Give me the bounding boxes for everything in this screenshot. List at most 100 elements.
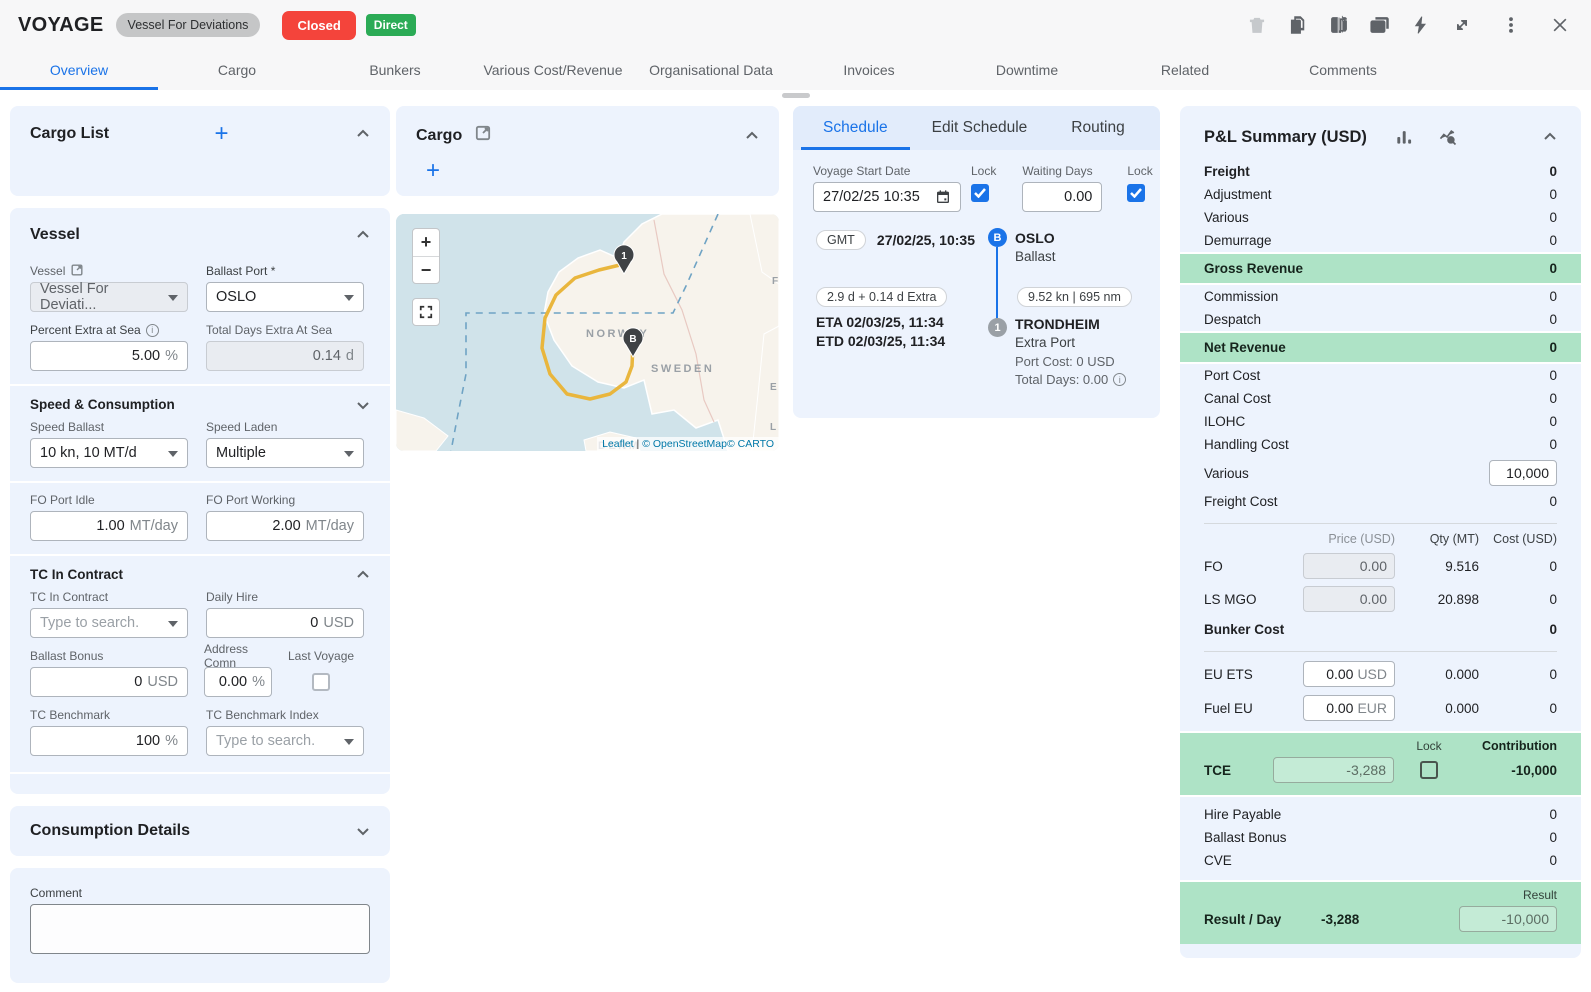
- eu-ets-price-input[interactable]: 0.00USD: [1303, 661, 1395, 687]
- fo-port-idle-input[interactable]: 1.00MT/day: [30, 511, 188, 541]
- calendar-icon[interactable]: [935, 189, 951, 205]
- vessel-collapse-icon[interactable]: [356, 228, 370, 242]
- chevron-down-icon: [344, 289, 354, 305]
- cargo-list-title: Cargo List: [30, 125, 109, 143]
- map-label-estonia: ES: [770, 382, 779, 393]
- fuel-row-label: FO: [1204, 559, 1303, 574]
- tc-in-contract-select[interactable]: Type to search.: [30, 608, 188, 638]
- total-days-extra-input: 0.14d: [206, 341, 364, 371]
- fuel-eu-price-input[interactable]: 0.00EUR: [1303, 695, 1395, 721]
- speed-consumption-collapse-icon[interactable]: [356, 398, 370, 412]
- fuel-eu-cost: 0: [1479, 701, 1557, 716]
- external-link-icon[interactable]: [70, 263, 84, 280]
- osm-link[interactable]: © OpenStreetMap: [642, 438, 727, 450]
- tab-downtime[interactable]: Downtime: [948, 50, 1106, 90]
- fuel-header-cost: Cost (USD): [1479, 532, 1557, 546]
- waiting-days-lock-checkbox[interactable]: [1127, 184, 1145, 202]
- expand-icon[interactable]: [1449, 12, 1475, 38]
- window-header: VOYAGE Vessel For Deviations Closed Dire…: [0, 0, 1591, 90]
- various-cost-input[interactable]: 10,000: [1489, 460, 1557, 486]
- fuel-row-label: LS MGO: [1204, 592, 1303, 607]
- pl-row-value: 0: [1549, 187, 1557, 202]
- address-comn-input[interactable]: 0.00%: [204, 667, 272, 697]
- voyage-start-lock-checkbox[interactable]: [971, 184, 989, 202]
- pdf-export-icon[interactable]: PDF: [1367, 12, 1393, 38]
- tab-related[interactable]: Related: [1106, 50, 1264, 90]
- close-icon[interactable]: [1547, 12, 1573, 38]
- type-badge: Direct: [366, 14, 416, 36]
- more-menu-icon[interactable]: [1498, 12, 1524, 38]
- map-zoom-control: + −: [412, 228, 440, 284]
- tab-organisational-data[interactable]: Organisational Data: [632, 50, 790, 90]
- fo-port-working-input[interactable]: 2.00MT/day: [206, 511, 364, 541]
- copy-icon[interactable]: [1285, 12, 1311, 38]
- add-cargo-list-button[interactable]: +: [215, 124, 229, 144]
- add-cargo-button[interactable]: +: [426, 157, 440, 184]
- topbar: VOYAGE Vessel For Deviations Closed Dire…: [0, 0, 1591, 50]
- cargo-collapse-icon[interactable]: [745, 129, 759, 143]
- tce-lock-checkbox[interactable]: [1420, 761, 1438, 779]
- result-per-day-value: -3,288: [1321, 912, 1359, 927]
- tab-various-cost-revenue[interactable]: Various Cost/Revenue: [474, 50, 632, 90]
- bolt-icon[interactable]: [1408, 12, 1434, 38]
- tc-in-contract-label: TC In Contract: [30, 590, 188, 604]
- daily-hire-input[interactable]: 0USD: [206, 608, 364, 638]
- pl-title: P&L Summary (USD): [1204, 128, 1367, 147]
- tc-in-contract-collapse-icon[interactable]: [356, 568, 370, 582]
- ballast-bonus-input[interactable]: 0USD: [30, 667, 188, 697]
- tab-cargo[interactable]: Cargo: [158, 50, 316, 90]
- pl-row-label: Various: [1204, 210, 1249, 225]
- fullscreen-button[interactable]: [412, 298, 440, 326]
- consumption-details-title: Consumption Details: [30, 822, 190, 840]
- zoom-in-button[interactable]: +: [413, 229, 439, 256]
- pl-collapse-icon[interactable]: [1543, 130, 1557, 144]
- tab-comments[interactable]: Comments: [1264, 50, 1422, 90]
- info-icon[interactable]: i: [1113, 373, 1126, 386]
- leaflet-link[interactable]: Leaflet: [602, 438, 634, 450]
- bar-chart-icon[interactable]: [1391, 124, 1417, 150]
- port-marker-ballast: B: [988, 228, 1007, 247]
- speed-ballast-select[interactable]: 10 kn, 10 MT/d: [30, 438, 188, 468]
- pl-row-value: 0: [1549, 391, 1557, 406]
- freight-cost-label: Freight Cost: [1204, 494, 1278, 509]
- tab-bunkers[interactable]: Bunkers: [316, 50, 474, 90]
- waiting-days-input[interactable]: 0.00: [1022, 182, 1102, 212]
- tc-benchmark-label: TC Benchmark: [30, 708, 188, 722]
- comment-textarea[interactable]: [30, 904, 370, 954]
- timezone-chip[interactable]: GMT: [816, 230, 866, 250]
- lsmgo-price-input: 0.00: [1303, 586, 1395, 612]
- zoom-out-button[interactable]: −: [413, 256, 439, 283]
- ballast-port-select[interactable]: OSLO: [206, 282, 364, 312]
- carto-link[interactable]: © CARTO: [727, 438, 774, 450]
- tc-benchmark-input[interactable]: 100%: [30, 726, 188, 756]
- tc-benchmark-index-label: TC Benchmark Index: [206, 708, 364, 722]
- tab-invoices[interactable]: Invoices: [790, 50, 948, 90]
- eu-ets-label: EU ETS: [1204, 667, 1303, 682]
- tab-routing[interactable]: Routing: [1049, 106, 1146, 150]
- voyage-start-date-input[interactable]: 27/02/25 10:35: [813, 182, 961, 212]
- compare-icon[interactable]: [1326, 12, 1352, 38]
- tab-overview[interactable]: Overview: [0, 50, 158, 90]
- analytics-search-icon[interactable]: [1435, 124, 1461, 150]
- pl-row-label: Commission: [1204, 289, 1278, 304]
- tab-schedule[interactable]: Schedule: [801, 106, 910, 150]
- tc-benchmark-index-select[interactable]: Type to search.: [206, 726, 364, 756]
- last-voyage-checkbox[interactable]: [312, 673, 330, 691]
- leg-speed-distance-chip: 9.52 kn | 695 nm: [1017, 287, 1132, 307]
- fuel-eu-qty: 0.000: [1395, 701, 1479, 716]
- fo-port-working-label: FO Port Working: [206, 493, 364, 507]
- speed-laden-select[interactable]: Multiple: [206, 438, 364, 468]
- cargo-external-link-icon[interactable]: [474, 124, 492, 147]
- page-title: VOYAGE: [18, 14, 104, 37]
- pl-row-label: Handling Cost: [1204, 437, 1289, 452]
- cargo-list-panel: Cargo List +: [10, 106, 390, 196]
- consumption-details-collapse-icon[interactable]: [356, 824, 370, 838]
- splitter-handle[interactable]: [782, 93, 810, 98]
- cargo-list-collapse-icon[interactable]: [356, 127, 370, 141]
- pl-row-value: 0: [1549, 210, 1557, 225]
- tab-edit-schedule[interactable]: Edit Schedule: [910, 106, 1050, 150]
- percent-extra-input[interactable]: 5.00%: [30, 341, 188, 371]
- info-icon[interactable]: i: [146, 324, 159, 337]
- delete-icon: [1244, 12, 1270, 38]
- voyage-map[interactable]: NORWAY SWEDEN DENM F ES LA 1 B + −: [396, 214, 779, 451]
